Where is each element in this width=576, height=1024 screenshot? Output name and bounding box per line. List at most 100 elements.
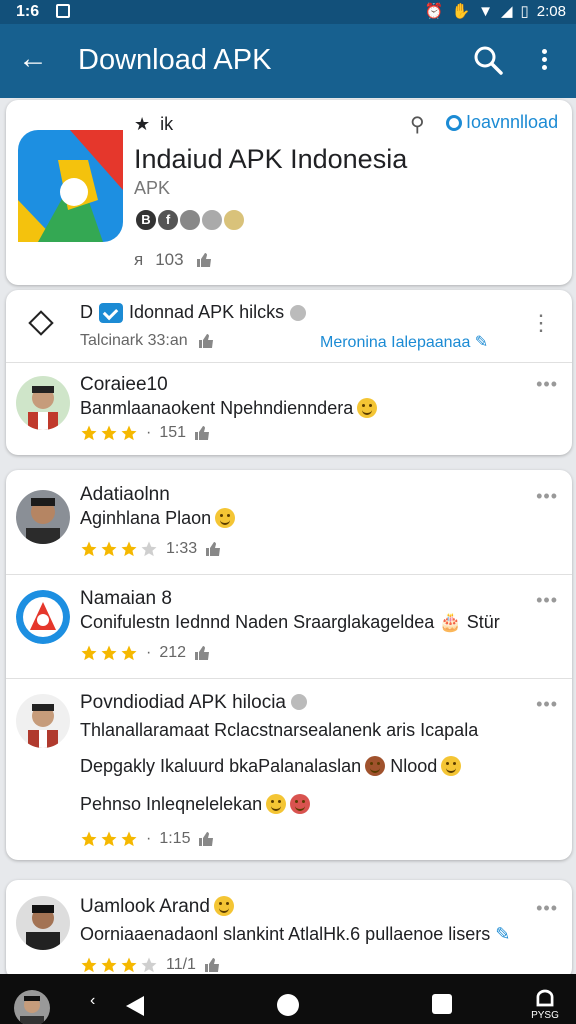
smile-emoji-icon (441, 756, 462, 776)
app-subtitle: APK (134, 178, 171, 198)
review-row[interactable]: Coraiee10 Banmlaanaokent Npehndienndera … (6, 370, 572, 450)
thumbs-up-icon[interactable] (196, 252, 212, 268)
face-emoji-icon (365, 756, 386, 776)
wifi-icon: ▼ (478, 2, 493, 20)
rating-stars (80, 644, 138, 662)
thumbs-up-icon[interactable] (198, 831, 214, 847)
more-horiz-icon[interactable]: ••• (536, 486, 558, 507)
verified-icon (99, 302, 123, 323)
review-name: Coraiee10 (80, 374, 168, 395)
more-horiz-icon[interactable]: ••• (536, 694, 558, 715)
review-card-1: D Idonnad APK hilcks Talcinark 33:an Mer… (6, 290, 572, 455)
star-icon (101, 831, 117, 847)
star-icon (101, 957, 117, 973)
rating-stars (80, 956, 158, 974)
review-text-body: Banmlaanaokent Npehndienndera (80, 398, 354, 418)
review-row[interactable]: Adatiaolnn Aginhlana Plaon 1:33 ••• (6, 482, 572, 572)
review-count: 1:15 (159, 830, 191, 847)
nav-avatar[interactable] (14, 990, 50, 1024)
star-icon (121, 645, 137, 661)
divider (6, 362, 572, 363)
header-link-label[interactable]: Meronina Ialepaanaa (320, 334, 470, 351)
app-tag-row: ★ ik (134, 114, 173, 135)
status-bar: 1:6 ⏰ ✋ ▼ ◢ ▯ 2:08 (0, 0, 576, 24)
review-text-3: Pehnso Inleqnelelekan (80, 794, 311, 815)
star-icon (81, 425, 97, 441)
thumbs-up-icon[interactable] (198, 333, 214, 349)
pin-icon[interactable]: ⚲ (410, 112, 425, 137)
header-title-row: D Idonnad APK hilcks (80, 302, 307, 323)
review-text: Banmlaanaokent Npehndienndera (80, 398, 378, 419)
review-name: Povndiodiad APK hilocia (80, 692, 308, 714)
logo-mark-icon: ᗝ (535, 986, 555, 1011)
star-icon (81, 541, 97, 557)
divider (6, 574, 572, 575)
nav-home-icon[interactable] (277, 994, 299, 1016)
review-card-3: Uamlook Arand Oorniaaenadaonl slankint A… (6, 880, 572, 980)
review-meta: 1:33 (80, 540, 221, 558)
review-name-text: Uamlook Arand (80, 896, 210, 917)
app-name: Indaiud APK Indonesia (134, 144, 408, 174)
avatar (16, 694, 70, 748)
more-horiz-icon[interactable]: ••• (536, 374, 558, 395)
nav-recents-icon[interactable] (432, 994, 452, 1014)
badge-row: B f (134, 208, 246, 232)
star-icon (101, 645, 117, 661)
avatar (16, 590, 70, 644)
review-text-body: Oorniaaenadaonl slankint AtlalHk.6 pulla… (80, 924, 491, 944)
grin-emoji-icon (215, 508, 236, 528)
review-meta: · 1:15 (80, 830, 214, 848)
thumbs-up-icon[interactable] (205, 541, 221, 557)
badge-b: B (134, 208, 158, 232)
app-card[interactable]: ★ ik ⚲ Ioavnnlload Indaiud APK Indonesia… (6, 100, 572, 285)
more-horiz-icon[interactable]: ••• (536, 898, 558, 919)
avatar (16, 896, 70, 950)
overflow-icon[interactable]: ⋮ (530, 310, 552, 336)
star-icon (141, 541, 157, 557)
review-name: Uamlook Arand (80, 896, 234, 918)
badge-3 (178, 208, 202, 232)
review-meta: · 151 (80, 424, 210, 442)
header-prefix: D (80, 302, 93, 322)
app-meta: ᴙ 103 (134, 250, 212, 270)
header-time: Talcinark 33:an (80, 332, 188, 349)
review-text-2-body: Depgakly Ikaluurd bkaPalanalaslan (80, 756, 362, 776)
review-text-body: Aginhlana Plaon (80, 508, 212, 528)
thumbs-up-icon[interactable] (204, 957, 220, 973)
meta-count: 103 (155, 250, 184, 269)
download-button[interactable]: Ioavnnlload (446, 112, 558, 133)
edit-icon[interactable]: ✎ (495, 924, 510, 944)
review-count: 11/1 (166, 956, 196, 973)
star-icon (121, 957, 137, 973)
notification-icon (56, 4, 70, 18)
diamond-icon (28, 310, 54, 336)
thumbs-up-icon[interactable] (194, 645, 210, 661)
review-count: 1:33 (166, 540, 198, 557)
badge-f: f (156, 208, 180, 232)
star-icon (81, 831, 97, 847)
heart-emoji-icon (290, 794, 311, 814)
thumbs-up-icon[interactable] (194, 425, 210, 441)
meta-prefix: ᴙ (134, 250, 144, 269)
search-icon[interactable] (472, 44, 504, 76)
header-title: Idonnad APK hilcks (129, 302, 285, 322)
status-clock: 2:08 (536, 2, 566, 20)
more-vert-icon[interactable] (536, 46, 552, 76)
header-link[interactable]: Meronina Ialepaanaa ✎ (320, 332, 488, 352)
review-text-suffix: Stür (466, 612, 500, 632)
review-row[interactable]: Namaian 8 Conifulestn Iednnd Naden Sraar… (6, 586, 572, 676)
star-icon (101, 425, 117, 441)
review-card-2: Adatiaolnn Aginhlana Plaon 1:33 ••• Nama… (6, 470, 572, 860)
more-horiz-icon[interactable]: ••• (536, 590, 558, 611)
smile-emoji-icon (213, 896, 234, 916)
back-arrow-icon[interactable]: ← (18, 42, 48, 76)
rating-stars (80, 540, 158, 558)
review-row[interactable]: Uamlook Arand Oorniaaenadaonl slankint A… (6, 894, 572, 980)
review-text: Thlanallaramaat Rclacstnarsealanenk aris… (80, 720, 479, 740)
smile-emoji-icon (266, 794, 287, 814)
review-row[interactable]: Povndiodiad APK hilocia Thlanallaramaat … (6, 690, 572, 860)
nav-back-icon[interactable] (126, 996, 144, 1016)
nav-small-back-icon[interactable]: ‹ (90, 992, 95, 1010)
star-icon (141, 957, 157, 973)
star-icon (101, 541, 117, 557)
